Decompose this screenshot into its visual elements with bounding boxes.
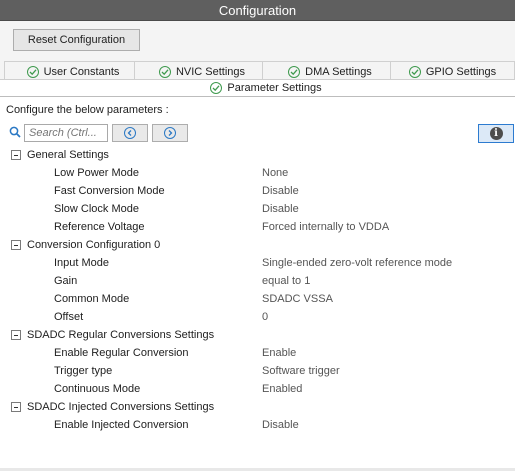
param-value[interactable]: Disable: [262, 182, 299, 200]
chevron-right-icon: [164, 127, 176, 139]
param-value[interactable]: equal to 1: [262, 272, 310, 290]
param-row[interactable]: Offset 0: [0, 308, 515, 326]
collapse-icon[interactable]: [11, 240, 21, 250]
param-value[interactable]: Enabled: [262, 380, 302, 398]
param-row[interactable]: Gain equal to 1: [0, 272, 515, 290]
check-circle-icon: [158, 65, 171, 78]
tab-gpio-settings[interactable]: GPIO Settings: [390, 61, 515, 79]
param-row[interactable]: Low Power Mode None: [0, 164, 515, 182]
param-label: Gain: [54, 275, 78, 287]
tab-label: User Constants: [43, 65, 120, 78]
param-row[interactable]: Reference Voltage Forced internally to V…: [0, 218, 515, 236]
param-label: Enable Regular Conversion: [54, 347, 189, 359]
param-row[interactable]: Trigger type Software trigger: [0, 362, 515, 380]
toolbar: Reset Configuration: [0, 21, 515, 61]
search-next-button[interactable]: [152, 124, 188, 142]
collapse-icon[interactable]: [11, 150, 21, 160]
search-previous-button[interactable]: [112, 124, 148, 142]
param-value[interactable]: Software trigger: [262, 362, 340, 380]
param-row[interactable]: Fast Conversion Mode Disable: [0, 182, 515, 200]
param-value[interactable]: None: [262, 164, 288, 182]
parameter-tree: General Settings Low Power Mode None Fas…: [0, 146, 515, 466]
group-conversion-configuration[interactable]: Conversion Configuration 0: [0, 236, 515, 254]
check-circle-icon: [288, 65, 301, 78]
param-value[interactable]: Forced internally to VDDA: [262, 218, 389, 236]
info-button[interactable]: i: [478, 124, 514, 143]
param-value[interactable]: Single-ended zero-volt reference mode: [262, 254, 452, 272]
group-label: SDADC Injected Conversions Settings: [27, 401, 215, 413]
tab-user-constants[interactable]: User Constants: [4, 61, 142, 79]
param-label: Continuous Mode: [54, 383, 141, 395]
info-icon: i: [489, 127, 503, 140]
param-row[interactable]: Enable Injected Conversion Disable: [0, 416, 515, 434]
param-label: Fast Conversion Mode: [54, 185, 165, 197]
tab-parameter-settings[interactable]: Parameter Settings: [205, 80, 327, 97]
param-label: Low Power Mode: [54, 167, 139, 179]
param-label: Slow Clock Mode: [54, 203, 139, 215]
collapse-icon[interactable]: [11, 330, 21, 340]
group-label: Conversion Configuration 0: [27, 239, 161, 251]
group-label: SDADC Regular Conversions Settings: [27, 329, 215, 341]
param-value[interactable]: Disable: [262, 416, 299, 434]
param-value[interactable]: Disable: [262, 200, 299, 218]
tab-label: NVIC Settings: [175, 65, 246, 78]
param-label: Common Mode: [54, 293, 130, 305]
param-label: Trigger type: [54, 365, 113, 377]
tab-strip: User Constants NVIC Settings DMA Setting…: [0, 61, 515, 79]
tab-nvic-settings[interactable]: NVIC Settings: [134, 61, 270, 79]
param-value[interactable]: SDADC VSSA: [262, 290, 333, 308]
active-tab-row: Parameter Settings: [0, 79, 515, 97]
param-label: Input Mode: [54, 257, 110, 269]
param-row[interactable]: Slow Clock Mode Disable: [0, 200, 515, 218]
param-label: Reference Voltage: [54, 221, 145, 233]
param-row[interactable]: Common Mode SDADC VSSA: [0, 290, 515, 308]
tab-label: GPIO Settings: [425, 65, 497, 78]
group-general-settings[interactable]: General Settings: [0, 146, 515, 164]
group-regular-conversions[interactable]: SDADC Regular Conversions Settings: [0, 326, 515, 344]
chevron-left-icon: [124, 127, 136, 139]
reset-configuration-button[interactable]: Reset Configuration: [13, 29, 140, 51]
param-row[interactable]: Enable Regular Conversion Enable: [0, 344, 515, 362]
check-circle-icon: [210, 82, 223, 94]
param-label: Enable Injected Conversion: [54, 419, 189, 431]
window-title: Configuration: [0, 0, 515, 21]
group-injected-conversions[interactable]: SDADC Injected Conversions Settings: [0, 398, 515, 416]
param-value[interactable]: Enable: [262, 344, 296, 362]
collapse-icon[interactable]: [11, 402, 21, 412]
configure-label: Configure the below parameters :: [6, 104, 169, 116]
tab-dma-settings[interactable]: DMA Settings: [262, 61, 398, 79]
tab-label: DMA Settings: [305, 65, 372, 78]
check-circle-icon: [26, 65, 39, 78]
param-value[interactable]: 0: [262, 308, 268, 326]
param-row[interactable]: Continuous Mode Enabled: [0, 380, 515, 398]
search-toolbar: i: [0, 122, 515, 144]
group-label: General Settings: [27, 149, 109, 161]
search-input[interactable]: [24, 124, 108, 142]
search-icon: [9, 126, 21, 138]
check-circle-icon: [408, 65, 421, 78]
param-label: Offset: [54, 311, 84, 323]
tab-label: Parameter Settings: [227, 82, 322, 94]
param-row[interactable]: Input Mode Single-ended zero-volt refere…: [0, 254, 515, 272]
